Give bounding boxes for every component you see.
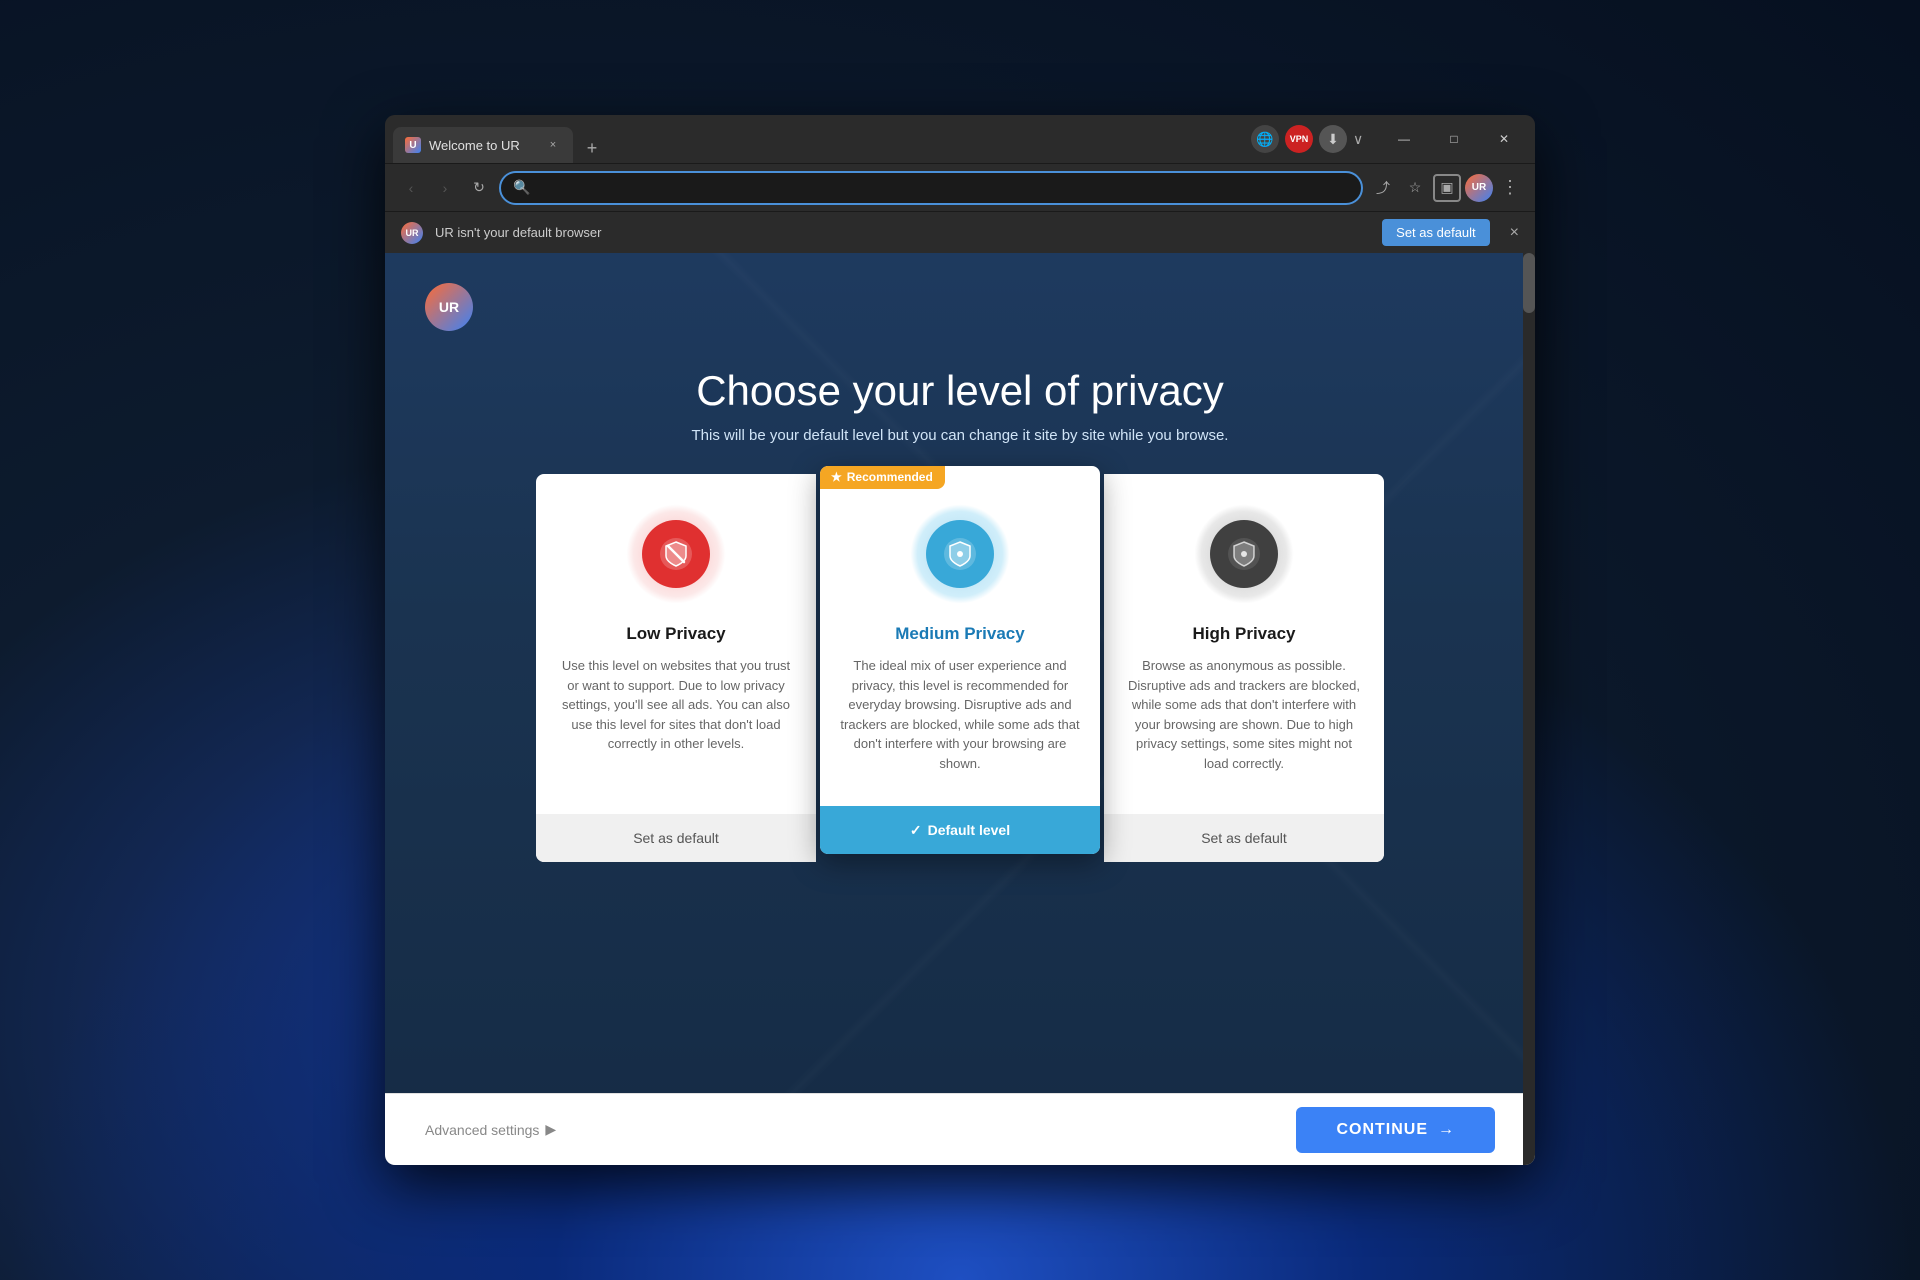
low-privacy-name: Low Privacy [626, 624, 725, 644]
medium-privacy-card-body: Medium Privacy The ideal mix of user exp… [820, 466, 1100, 806]
low-privacy-card-body: Low Privacy Use this level on websites t… [536, 474, 816, 814]
minimize-button[interactable]: — [1381, 123, 1427, 155]
banner-close-button[interactable]: × [1510, 224, 1519, 242]
back-button[interactable]: ‹ [397, 174, 425, 202]
badge-label: Recommended [847, 470, 933, 484]
forward-button[interactable]: › [431, 174, 459, 202]
set-as-default-button[interactable]: Set as default [1382, 219, 1490, 246]
nav-bar: ‹ › ↻ 🔍 ⤴ ☆ ▣ UR ⋮ [385, 163, 1535, 211]
maximize-button[interactable]: □ [1431, 123, 1477, 155]
sidebar-toggle-button[interactable]: ▣ [1433, 174, 1461, 202]
page-inner: UR Choose your level of privacy This wil… [385, 253, 1535, 1093]
new-tab-button[interactable]: + [577, 133, 607, 163]
vpn-icon[interactable]: VPN [1285, 125, 1313, 153]
medium-privacy-icon-wrapper [910, 504, 1010, 604]
high-privacy-name: High Privacy [1193, 624, 1296, 644]
page-title: Choose your level of privacy [425, 367, 1495, 415]
scrollbar-thumb[interactable] [1523, 253, 1535, 313]
title-bar: U Welcome to UR × + 🌐 VPN ⬇ ∨ — □ ✕ [385, 115, 1535, 163]
profile-button[interactable]: UR [1465, 174, 1493, 202]
footer-bar: Advanced settings ▶ CONTINUE → [385, 1093, 1535, 1165]
window-controls: — □ ✕ [1381, 123, 1527, 155]
advanced-settings-link[interactable]: Advanced settings ▶ [425, 1121, 556, 1138]
tab-title: Welcome to UR [429, 138, 537, 153]
address-bar[interactable]: 🔍 [499, 171, 1363, 205]
low-privacy-footer-label: Set as default [633, 830, 719, 846]
banner-logo: UR [401, 222, 423, 244]
privacy-cards-container: Low Privacy Use this level on websites t… [425, 474, 1495, 862]
high-privacy-desc: Browse as anonymous as possible. Disrupt… [1124, 656, 1364, 773]
low-privacy-icon-wrapper [626, 504, 726, 604]
share-icon[interactable]: ⤴ [1369, 174, 1397, 202]
menu-button[interactable]: ⋮ [1497, 177, 1523, 198]
advanced-settings-arrow-icon: ▶ [545, 1121, 556, 1138]
high-privacy-footer-label: Set as default [1201, 830, 1287, 846]
continue-label: CONTINUE [1336, 1121, 1428, 1139]
high-privacy-card[interactable]: High Privacy Browse as anonymous as poss… [1104, 474, 1384, 862]
download-icon[interactable]: ⬇ [1319, 125, 1347, 153]
medium-privacy-footer-label: ✓ Default level [910, 822, 1010, 839]
low-privacy-icon [642, 520, 710, 588]
browser-window: U Welcome to UR × + 🌐 VPN ⬇ ∨ — □ ✕ [385, 115, 1535, 1165]
page-content: UR Choose your level of privacy This wil… [385, 253, 1535, 1165]
continue-button[interactable]: CONTINUE → [1296, 1107, 1495, 1153]
medium-privacy-name: Medium Privacy [895, 624, 1024, 644]
globe-icon[interactable]: 🌐 [1251, 125, 1279, 153]
high-privacy-icon [1210, 520, 1278, 588]
browser-tab[interactable]: U Welcome to UR × [393, 127, 573, 163]
bookmark-icon[interactable]: ☆ [1401, 174, 1429, 202]
ur-logo: UR [425, 283, 473, 331]
chevron-down-icon[interactable]: ∨ [1353, 131, 1373, 148]
advanced-settings-label: Advanced settings [425, 1122, 539, 1138]
tab-close-button[interactable]: × [545, 137, 561, 153]
banner-text: UR isn't your default browser [435, 225, 1370, 240]
low-privacy-desc: Use this level on websites that you trus… [556, 656, 796, 754]
tabs-area: U Welcome to UR × + [393, 115, 1251, 163]
address-input[interactable] [538, 180, 1349, 196]
high-privacy-icon-wrapper [1194, 504, 1294, 604]
close-button[interactable]: ✕ [1481, 123, 1527, 155]
high-privacy-footer[interactable]: Set as default [1104, 814, 1384, 862]
default-browser-banner: UR UR isn't your default browser Set as … [385, 211, 1535, 253]
refresh-button[interactable]: ↻ [465, 174, 493, 202]
medium-privacy-footer[interactable]: ✓ Default level [820, 806, 1100, 854]
checkmark-icon: ✓ [910, 822, 922, 839]
page-subtitle: This will be your default level but you … [425, 427, 1495, 444]
medium-privacy-desc: The ideal mix of user experience and pri… [840, 656, 1080, 773]
medium-privacy-icon [926, 520, 994, 588]
low-privacy-footer[interactable]: Set as default [536, 814, 816, 862]
badge-star-icon: ★ [831, 470, 842, 484]
nav-right-icons: ⤴ ☆ ▣ UR ⋮ [1369, 174, 1523, 202]
scrollbar[interactable] [1523, 253, 1535, 1165]
toolbar-icons: 🌐 VPN ⬇ ∨ [1251, 125, 1373, 153]
search-icon: 🔍 [513, 179, 530, 196]
low-privacy-card[interactable]: Low Privacy Use this level on websites t… [536, 474, 816, 862]
desktop: U Welcome to UR × + 🌐 VPN ⬇ ∨ — □ ✕ [0, 0, 1920, 1280]
tab-favicon: U [405, 137, 421, 153]
recommended-badge: ★ Recommended [820, 466, 945, 489]
continue-arrow-icon: → [1438, 1121, 1455, 1139]
high-privacy-card-body: High Privacy Browse as anonymous as poss… [1104, 474, 1384, 814]
medium-privacy-card[interactable]: ★ Recommended [820, 466, 1100, 854]
